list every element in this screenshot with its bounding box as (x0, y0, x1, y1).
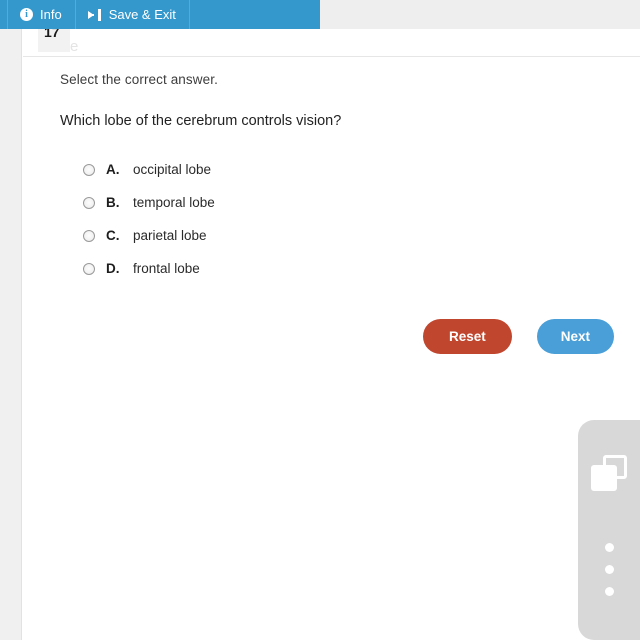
copy-windows-icon[interactable] (591, 455, 627, 491)
radio-option-c[interactable] (83, 229, 95, 242)
question-text: Which lobe of the cerebrum controls visi… (60, 113, 342, 129)
instruction-text: Select the correct answer. (60, 72, 218, 87)
info-button-label: Info (40, 7, 62, 22)
next-button[interactable]: Next (536, 319, 615, 354)
radio-option-b[interactable] (83, 196, 95, 209)
quiz-page: i Info Save & Exit 17 Se Select the corr… (0, 0, 640, 640)
option-text-b: temporal lobe (133, 195, 215, 210)
option-letter-d: D. (106, 261, 120, 276)
info-button[interactable]: i Info (8, 0, 76, 29)
save-and-exit-button-label: Save & Exit (108, 7, 176, 22)
sign-out-icon (87, 8, 102, 21)
option-row-b[interactable]: B. temporal lobe (83, 186, 503, 219)
option-letter-a: A. (106, 162, 120, 177)
question-content-area: Select the correct answer. Which lobe of… (23, 57, 640, 640)
header-divider (23, 56, 640, 57)
option-text-c: parietal lobe (133, 228, 207, 243)
reset-button[interactable]: Reset (423, 319, 512, 354)
more-vertical-dots-icon[interactable] (605, 543, 614, 609)
toolbar-left-spacer (0, 0, 8, 29)
left-gutter-strip (0, 0, 22, 640)
radio-option-a[interactable] (83, 163, 95, 176)
option-letter-c: C. (106, 228, 120, 243)
option-row-d[interactable]: D. frontal lobe (83, 252, 503, 285)
option-row-a[interactable]: A. occipital lobe (83, 153, 503, 186)
answer-options-list: A. occipital lobe B. temporal lobe C. pa… (83, 153, 503, 285)
scrolled-under-ghost-text: Se (60, 38, 300, 56)
save-and-exit-button[interactable]: Save & Exit (76, 0, 190, 29)
top-toolbar: i Info Save & Exit (0, 0, 320, 29)
action-buttons: Reset Next (423, 319, 615, 354)
toolbar-empty-area (190, 0, 320, 29)
option-letter-b: B. (106, 195, 120, 210)
option-text-a: occipital lobe (133, 162, 212, 177)
info-circle-icon: i (20, 8, 33, 21)
floating-side-widget (578, 420, 640, 640)
option-text-d: frontal lobe (133, 261, 200, 276)
option-row-c[interactable]: C. parietal lobe (83, 219, 503, 252)
radio-option-d[interactable] (83, 262, 95, 275)
